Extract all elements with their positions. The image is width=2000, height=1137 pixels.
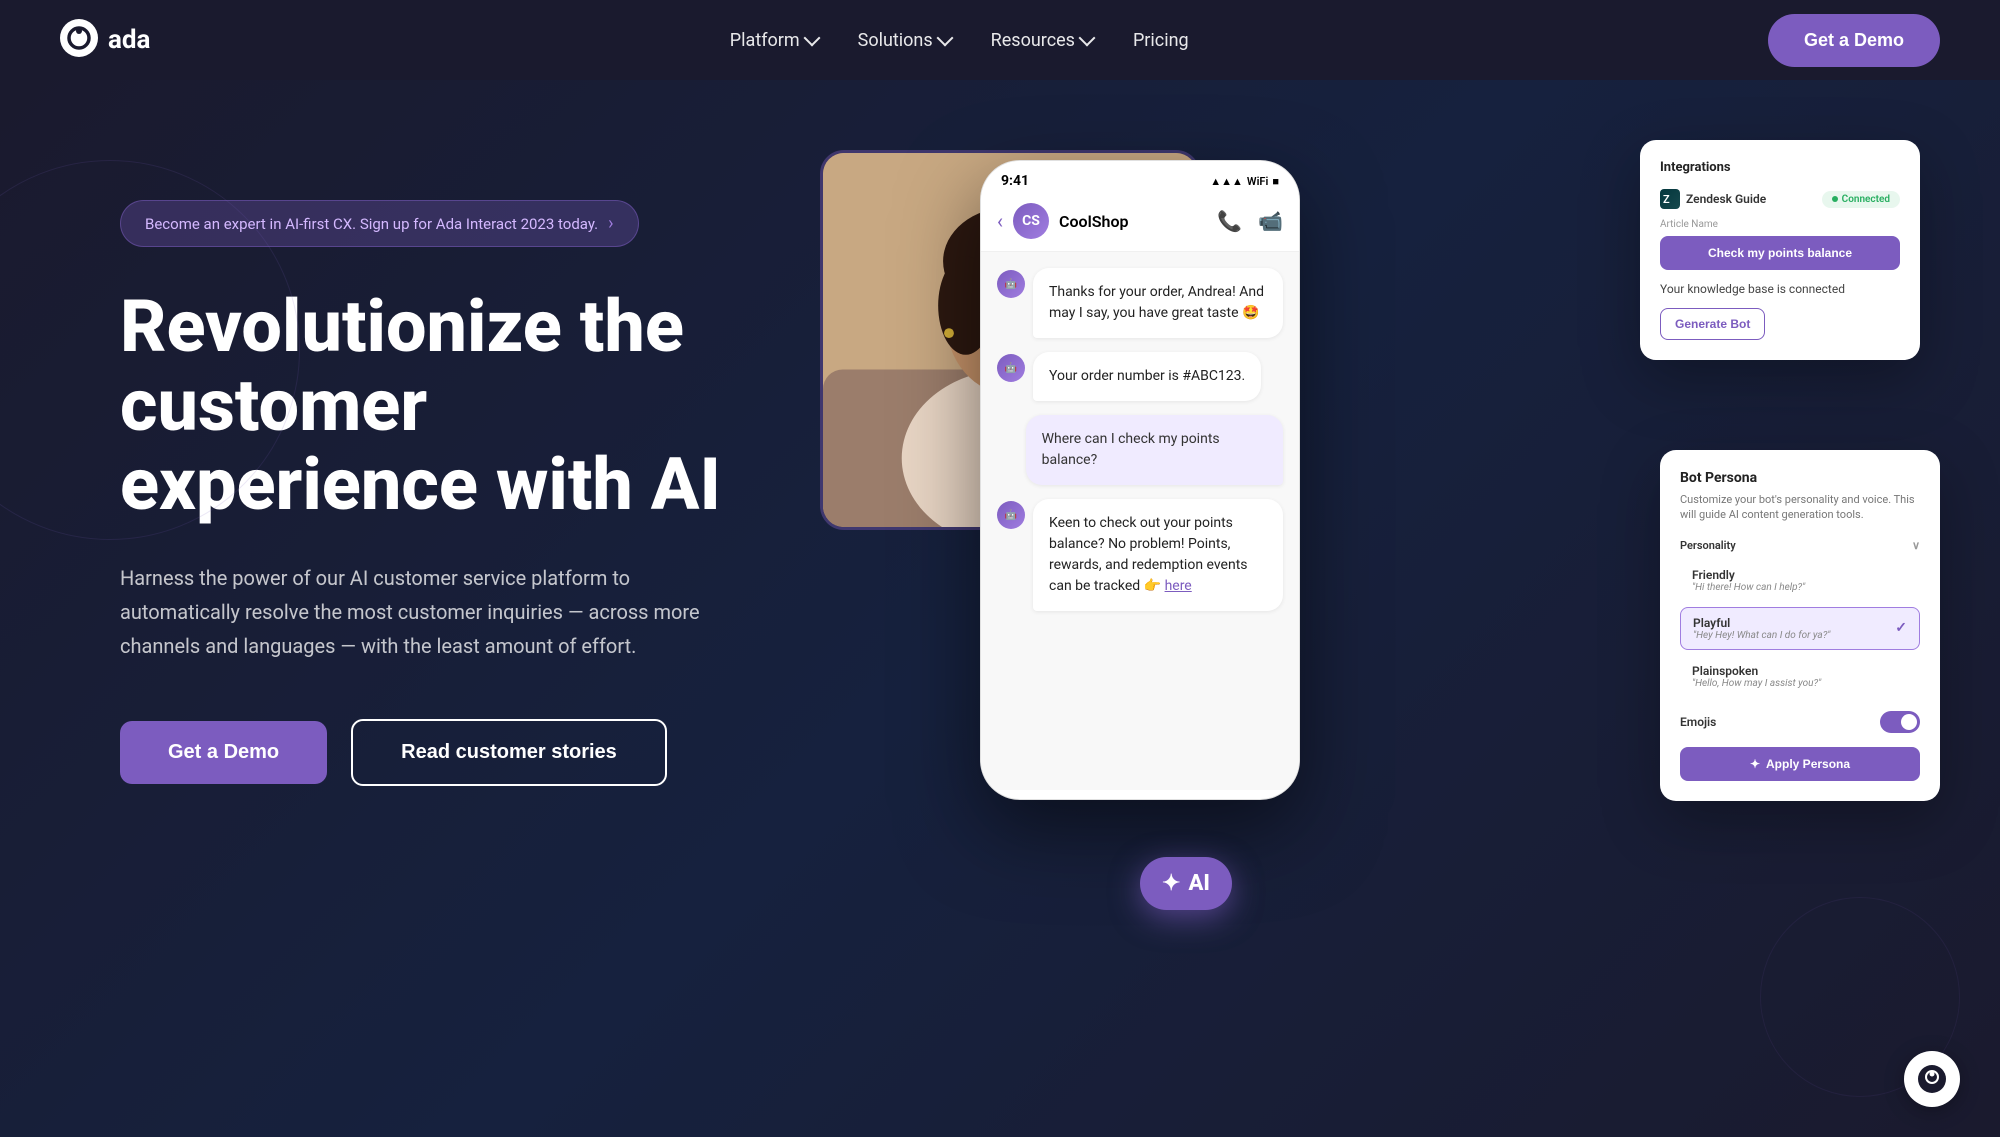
call-icon[interactable]: 📞 [1217, 209, 1242, 233]
personality-playful[interactable]: Playful "Hey Hey! What can I do for ya?"… [1680, 607, 1920, 650]
chat-messages: 🤖 Thanks for your order, Andrea! And may… [981, 252, 1299, 790]
logo-text: ada [108, 25, 150, 55]
hero-description: Harness the power of our AI customer ser… [120, 561, 720, 663]
nav-item-pricing[interactable]: Pricing [1133, 30, 1189, 51]
emoji-toggle[interactable] [1880, 711, 1920, 733]
chevron-down-icon [803, 30, 820, 47]
chat-message-2: 🤖 Your order number is #ABC123. [997, 352, 1283, 401]
logo[interactable]: ada [60, 19, 150, 61]
get-demo-button[interactable]: Get a Demo [120, 721, 327, 784]
chat-message-1: 🤖 Thanks for your order, Andrea! And may… [997, 268, 1283, 338]
svg-text:Z: Z [1663, 193, 1670, 206]
hero-right: 📞 9:41 ▲▲▲ WiFi ■ [840, 140, 1920, 1000]
hero-title: Revolutionize the customer experience wi… [120, 287, 760, 525]
back-icon[interactable]: ‹ [997, 209, 1003, 233]
chevron-down-icon [1078, 30, 1095, 47]
ai-badge: ✦ AI [1140, 857, 1232, 910]
bot-avatar: 🤖 [997, 270, 1025, 298]
bot-avatar: 🤖 [997, 354, 1025, 382]
generate-bot-button[interactable]: Generate Bot [1660, 308, 1765, 340]
apply-persona-button[interactable]: ✦ Apply Persona [1680, 747, 1920, 781]
here-link[interactable]: here [1165, 578, 1192, 594]
nav-item-platform[interactable]: Platform [730, 30, 818, 51]
emoji-row: Emojis [1680, 711, 1920, 733]
hero-section: Become an expert in AI-first CX. Sign up… [0, 80, 2000, 1137]
connected-badge: Connected [1822, 191, 1900, 208]
chat-message-4: 🤖 Keen to check out your points balance?… [997, 499, 1283, 611]
read-stories-button[interactable]: Read customer stories [351, 719, 667, 786]
personality-friendly[interactable]: Friendly "Hi there! How can I help?" [1680, 560, 1920, 601]
check-points-button[interactable]: Check my points balance [1660, 236, 1900, 270]
personality-options: Friendly "Hi there! How can I help?" Pla… [1680, 560, 1920, 697]
personality-plainspoken[interactable]: Plainspoken "Hello, How may I assist you… [1680, 656, 1920, 697]
chevron-down-icon [936, 30, 953, 47]
shop-avatar: CS [1013, 203, 1049, 239]
navigation: ada Platform Solutions Resources Pricing [0, 0, 2000, 80]
integration-row: Z Zendesk Guide Connected [1660, 189, 1900, 209]
integrations-panel: Integrations Z Zendesk Guide Connected A… [1640, 140, 1920, 360]
bot-avatar: 🤖 [997, 501, 1025, 529]
phone-mockup: 9:41 ▲▲▲ WiFi ■ ‹ CS CoolShop 📞 📹 [980, 160, 1300, 800]
hero-buttons: Get a Demo Read customer stories [120, 719, 840, 786]
badge-arrow-icon: › [608, 213, 613, 234]
bot-persona-panel: Bot Persona Customize your bot's persona… [1660, 450, 1940, 801]
nav-get-demo-button[interactable]: Get a Demo [1768, 14, 1940, 67]
chevron-down-icon: ∨ [1912, 539, 1920, 552]
nav-item-solutions[interactable]: Solutions [858, 30, 951, 51]
zendesk-icon: Z [1660, 189, 1680, 209]
video-icon[interactable]: 📹 [1258, 209, 1283, 233]
phone-header: ‹ CS CoolShop 📞 📹 [981, 195, 1299, 252]
hero-badge[interactable]: Become an expert in AI-first CX. Sign up… [120, 200, 639, 247]
phone-status-bar: 9:41 ▲▲▲ WiFi ■ [981, 161, 1299, 195]
sparkle-icon: ✦ [1750, 757, 1760, 771]
sparkle-icon: ✦ [1162, 871, 1180, 896]
chat-widget-button[interactable] [1904, 1051, 1960, 1107]
nav-item-resources[interactable]: Resources [991, 30, 1093, 51]
chat-message-3: Where can I check my points balance? [997, 415, 1283, 485]
nav-links: Platform Solutions Resources Pricing [730, 30, 1189, 51]
checkmark-icon: ✓ [1895, 620, 1907, 636]
logo-icon [60, 19, 98, 61]
hero-left: Become an expert in AI-first CX. Sign up… [120, 140, 840, 786]
